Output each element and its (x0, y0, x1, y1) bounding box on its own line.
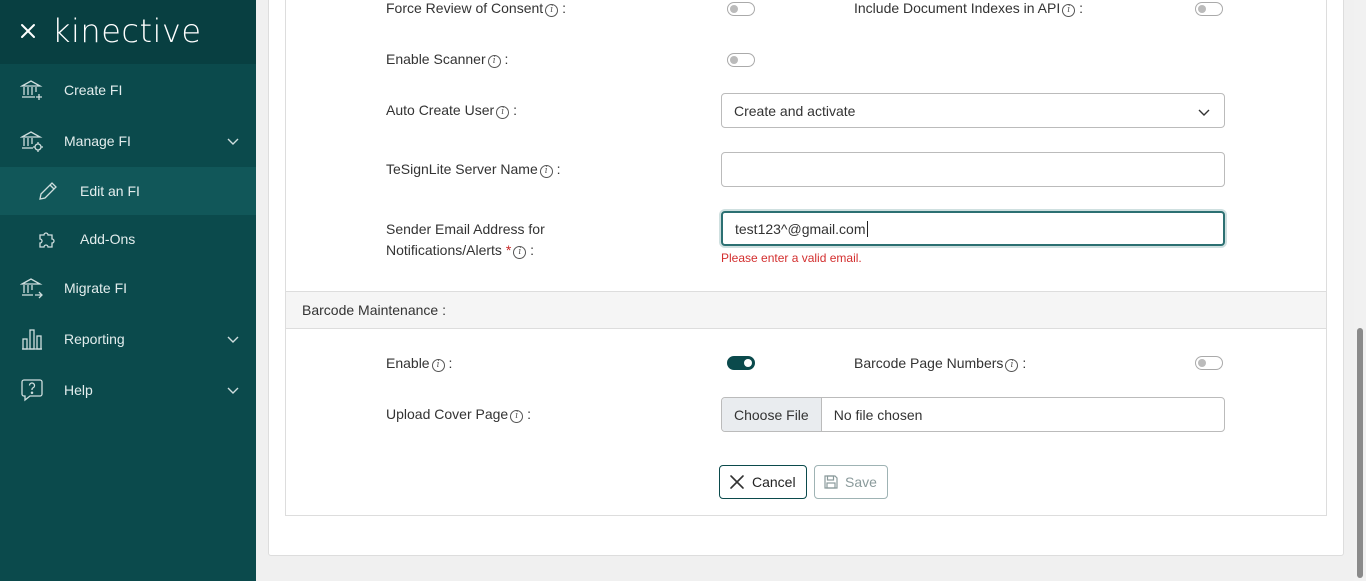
sidebar-item-label: Edit an FI (80, 183, 140, 199)
sidebar-item-help[interactable]: Help (0, 366, 256, 414)
info-icon[interactable]: i (1005, 359, 1019, 372)
sidebar-item-migrate-fi[interactable]: Migrate FI (0, 264, 256, 312)
save-button[interactable]: Save (814, 465, 888, 499)
chevron-down-icon (227, 336, 239, 343)
force-review-text: Force Review of Consent (386, 0, 544, 16)
scrollbar[interactable] (1354, 0, 1366, 581)
pencil-icon (39, 182, 57, 200)
kinective-logo: kinective (52, 12, 202, 50)
info-icon[interactable]: i (510, 410, 524, 423)
sidebar-item-label: Manage FI (64, 133, 131, 149)
sidebar: kinective Create FI Manage FI Edit an FI… (0, 0, 256, 581)
main-content: Force Review of Consent i : Include Docum… (256, 0, 1354, 581)
close-icon (730, 475, 744, 489)
auto-create-user-value: Create and activate (734, 102, 856, 119)
tesign-server-label: TeSignLite Server Name i : (386, 159, 561, 180)
force-review-toggle[interactable] (727, 2, 755, 16)
sidebar-item-manage-fi[interactable]: Manage FI (0, 117, 256, 165)
info-icon[interactable]: i (545, 4, 559, 17)
colon: : (513, 102, 517, 118)
choose-file-button[interactable]: Choose File (722, 398, 822, 431)
include-doc-indexes-toggle[interactable] (1195, 2, 1223, 16)
enable-scanner-label: Enable Scanner i : (386, 49, 508, 70)
upload-cover-text: Upload Cover Page (386, 406, 509, 422)
sidebar-item-label: Create FI (64, 82, 123, 98)
sender-email-label: Sender Email Address for Notifications/A… (386, 219, 545, 261)
barcode-page-numbers-toggle[interactable] (1195, 356, 1223, 370)
cancel-button[interactable]: Cancel (719, 465, 807, 499)
barcode-page-numbers-text: Barcode Page Numbers (854, 355, 1004, 371)
auto-create-user-text: Auto Create User (386, 102, 495, 118)
enable-scanner-text: Enable Scanner (386, 51, 486, 67)
enable-scanner-toggle[interactable] (727, 53, 755, 67)
barcode-enable-label: Enable i : (386, 353, 452, 374)
colon: : (562, 0, 566, 16)
text-cursor (866, 220, 868, 237)
colon: : (504, 51, 509, 67)
colon: : (530, 242, 535, 258)
include-doc-indexes-text: Include Document Indexes in API (854, 0, 1061, 16)
bank-gear-icon (20, 131, 43, 152)
chevron-down-icon (227, 387, 239, 394)
barcode-enable-toggle[interactable] (727, 356, 755, 370)
auto-create-user-label: Auto Create User i : (386, 100, 517, 121)
sender-email-error: Please enter a valid email. (721, 251, 862, 265)
sidebar-item-label: Reporting (64, 331, 125, 347)
sidebar-item-label: Help (64, 382, 93, 398)
colon: : (527, 406, 531, 422)
auto-create-user-select[interactable]: Create and activate (721, 93, 1225, 128)
colon: : (556, 161, 561, 177)
sidebar-item-add-ons[interactable]: Add-Ons (0, 215, 256, 263)
info-icon[interactable]: i (539, 165, 553, 178)
barcode-enable-text: Enable (386, 355, 430, 371)
sender-email-text-line2: Notifications/Alerts (386, 242, 502, 258)
sidebar-item-edit-fi[interactable]: Edit an FI (0, 167, 256, 215)
floppy-disk-icon (824, 475, 838, 489)
chevron-down-icon (1198, 109, 1210, 116)
sender-email-value: test123^@gmail.com (735, 220, 866, 237)
force-review-label: Force Review of Consent i : (386, 0, 566, 19)
cancel-label: Cancel (752, 474, 796, 490)
close-icon[interactable] (18, 21, 38, 41)
info-icon[interactable]: i (431, 359, 445, 372)
scrollbar-thumb[interactable] (1357, 328, 1363, 578)
info-icon[interactable]: i (487, 55, 501, 68)
tesign-server-input[interactable] (721, 152, 1225, 187)
colon: : (1079, 0, 1084, 16)
help-bubble-icon (21, 379, 43, 402)
info-icon[interactable]: i (496, 106, 510, 119)
barcode-section-title: Barcode Maintenance : (302, 302, 446, 318)
chevron-down-icon (227, 138, 239, 145)
puzzle-icon (39, 232, 55, 248)
barcode-page-numbers-label: Barcode Page Numbers i : (854, 353, 1026, 374)
sender-email-input[interactable]: test123^@gmail.com (721, 211, 1225, 246)
settings-panel: Force Review of Consent i : Include Docum… (285, 0, 1327, 516)
colon: : (448, 355, 453, 371)
bank-plus-icon (20, 80, 43, 100)
sidebar-item-reporting[interactable]: Reporting (0, 315, 256, 363)
upload-cover-label: Upload Cover Page i : (386, 404, 531, 425)
bar-chart-icon (22, 329, 42, 350)
barcode-section-header: Barcode Maintenance : (286, 291, 1326, 329)
sidebar-header: kinective (0, 0, 256, 64)
colon: : (1022, 355, 1027, 371)
upload-cover-file-input[interactable]: Choose File No file chosen (721, 397, 1225, 432)
save-label: Save (845, 474, 877, 490)
info-icon[interactable]: i (1062, 4, 1076, 17)
info-icon[interactable]: i (513, 246, 527, 259)
sender-email-text-line1: Sender Email Address for (386, 221, 545, 237)
required-mark: * (505, 242, 512, 258)
sidebar-item-label: Add-Ons (80, 231, 136, 247)
tesign-server-text: TeSignLite Server Name (386, 161, 538, 177)
bank-arrow-icon (20, 278, 43, 299)
sidebar-item-label: Migrate FI (64, 280, 128, 296)
no-file-text: No file chosen (833, 406, 923, 423)
include-doc-indexes-label: Include Document Indexes in API i : (854, 0, 1083, 19)
sidebar-item-create-fi[interactable]: Create FI (0, 66, 256, 114)
